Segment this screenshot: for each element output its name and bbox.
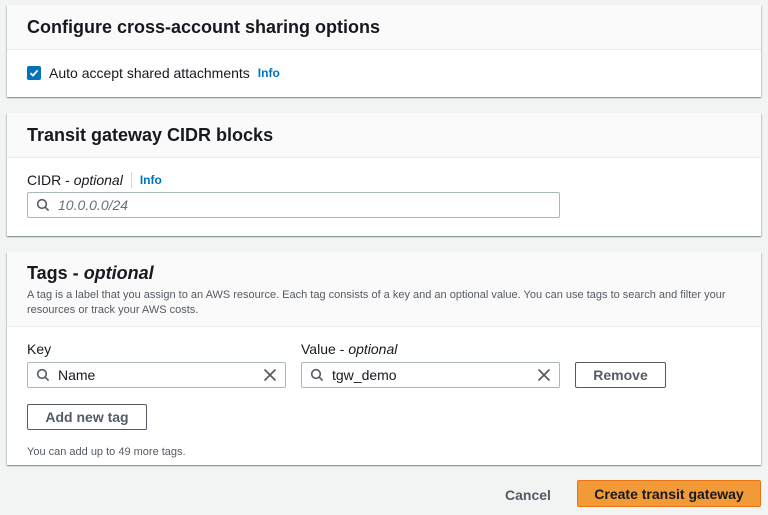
cancel-button[interactable]: Cancel [500,484,556,506]
tags-optional-text: optional [83,263,154,283]
check-icon [29,69,39,77]
tags-header: Tags - optional A tag is a label that yo… [7,252,761,327]
tag-value-value: tgw_demo [332,367,397,383]
add-new-tag-button[interactable]: Add new tag [27,404,147,430]
auto-accept-checkbox[interactable] [27,66,41,80]
remove-tag-button[interactable]: Remove [575,362,666,388]
tags-title-text: Tags - [27,263,79,283]
search-icon [310,368,324,382]
divider [130,172,132,188]
sharing-options-panel: Configure cross-account sharing options … [7,5,761,97]
cidr-field-label: CIDR - optional Info [27,172,741,188]
sharing-options-title: Configure cross-account sharing options [27,16,381,37]
tag-value-label: Value - optional [301,341,397,357]
auto-accept-label: Auto accept shared attachments [49,65,250,81]
cidr-placeholder: 10.0.0.0/24 [58,197,129,213]
cidr-label-text: CIDR - [27,172,70,188]
search-icon [36,198,50,212]
cidr-input[interactable]: 10.0.0.0/24 [27,192,560,218]
value-label-text: Value - [301,341,345,357]
cidr-info-link[interactable]: Info [140,173,162,187]
cidr-optional-text: optional [73,172,123,188]
tags-panel: Tags - optional A tag is a label that yo… [7,252,761,465]
create-transit-gateway-button[interactable]: Create transit gateway [577,480,761,507]
auto-accept-info-link[interactable]: Info [258,66,280,80]
search-icon [36,368,50,382]
tag-key-label: Key [27,341,51,357]
key-label-text: Key [27,341,52,357]
tags-description: A tag is a label that you assign to an A… [27,289,726,316]
clear-icon[interactable] [537,368,551,382]
cidr-blocks-title: Transit gateway CIDR blocks [27,124,274,145]
sharing-options-header: Configure cross-account sharing options [7,5,761,50]
value-optional-text: optional [348,341,398,357]
tags-limit-hint: You can add up to 49 more tags. [27,446,186,458]
tag-key-input[interactable]: Name [27,362,286,388]
tag-value-input[interactable]: tgw_demo [301,362,560,388]
cidr-blocks-header: Transit gateway CIDR blocks [7,113,761,158]
tag-key-value: Name [58,367,96,383]
clear-icon[interactable] [263,368,277,382]
cidr-blocks-panel: Transit gateway CIDR blocks CIDR - optio… [7,113,761,236]
tags-title: Tags - optional [27,263,741,284]
